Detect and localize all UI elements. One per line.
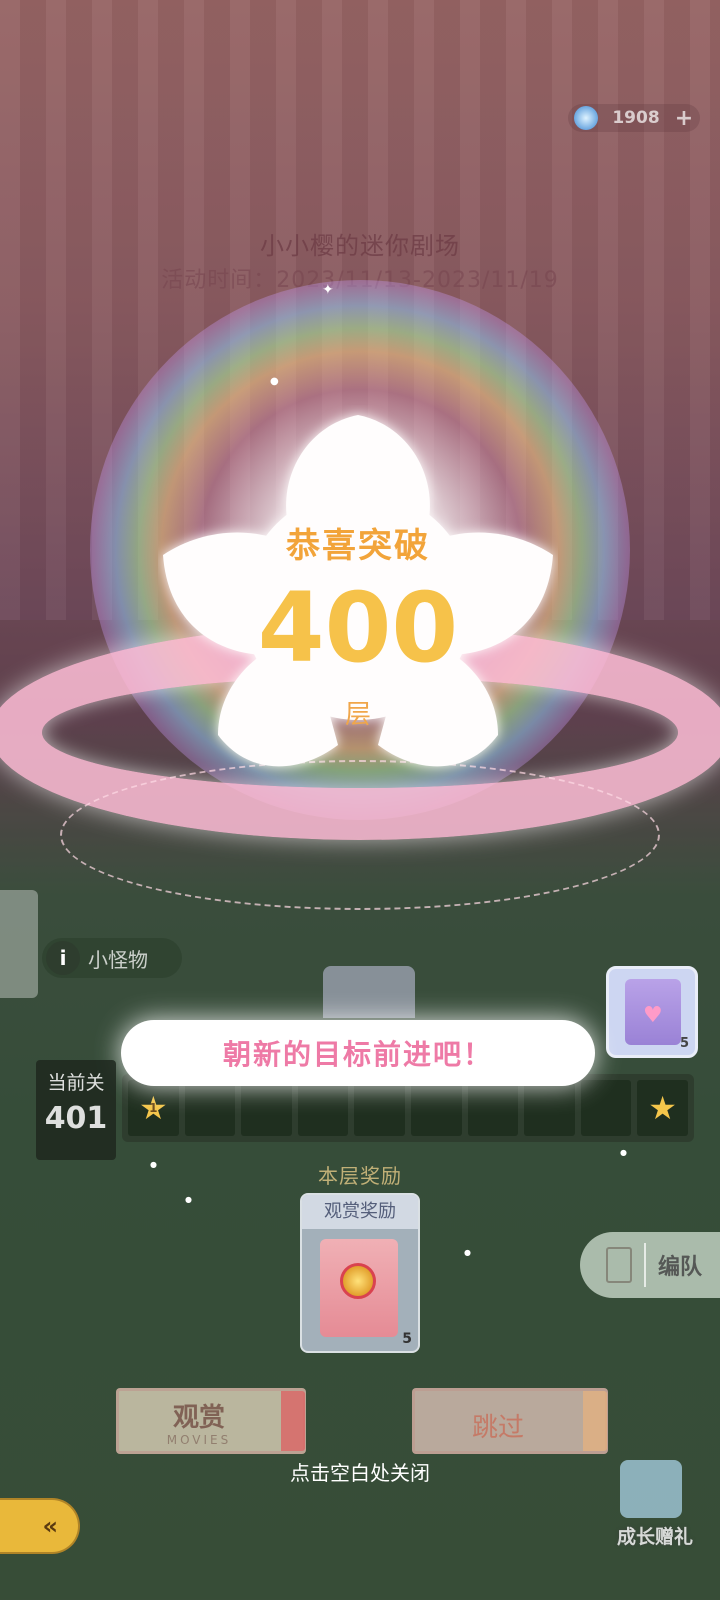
progress-cell bbox=[241, 1080, 292, 1136]
back-button[interactable]: « bbox=[0, 1498, 80, 1554]
ticket-stub bbox=[583, 1391, 607, 1451]
skip-button[interactable]: 跳过 bbox=[412, 1388, 608, 1454]
gift-icon bbox=[620, 1460, 682, 1518]
card-icon bbox=[606, 1247, 632, 1283]
progress-cell: ★ 1 bbox=[128, 1080, 179, 1136]
floor-number: 400 bbox=[257, 572, 459, 684]
star-number: 1 bbox=[149, 1101, 158, 1115]
sparkle-icon: ● bbox=[464, 1248, 471, 1257]
current-level-box: 当前关 401 bbox=[36, 1060, 116, 1160]
progress-cell: ★ bbox=[637, 1080, 688, 1136]
progress-cell bbox=[354, 1080, 405, 1136]
progress-cell bbox=[524, 1080, 575, 1136]
formation-label: 编队 bbox=[658, 1255, 703, 1280]
current-level-label: 当前关 bbox=[47, 1072, 105, 1094]
side-tab bbox=[0, 890, 38, 998]
watch-sub-label: MOVIES bbox=[166, 1433, 232, 1447]
sparkle-icon: ● bbox=[620, 1148, 627, 1157]
watch-reward-card[interactable]: 观赏奖励 5 bbox=[300, 1193, 420, 1353]
layer-reward-title: 本层奖励 bbox=[318, 1164, 402, 1188]
currency-counter: 1908 + bbox=[568, 104, 700, 132]
formation-button[interactable]: 编队 bbox=[580, 1232, 720, 1298]
sparkle-icon: ✦ bbox=[322, 282, 334, 298]
heart-icon: ♥ bbox=[643, 1003, 663, 1028]
goal-banner: 朝新的目标前进吧！ bbox=[121, 1020, 595, 1086]
floor-unit: 层 bbox=[344, 700, 371, 730]
ticket-stub bbox=[281, 1391, 305, 1451]
crystal-gem-icon bbox=[574, 106, 598, 130]
growth-gift-label: 成长赠礼 bbox=[616, 1526, 693, 1548]
progress-cell bbox=[580, 1080, 632, 1136]
progress-cell bbox=[297, 1080, 349, 1136]
event-title: 小小樱的迷你剧场 bbox=[260, 232, 460, 260]
progress-cell bbox=[184, 1080, 236, 1136]
watch-label: 观赏 bbox=[172, 1403, 225, 1433]
progress-reward-card-mid bbox=[323, 966, 415, 1018]
next-reward-count: 5 bbox=[679, 1036, 689, 1051]
sparkle-icon: ● bbox=[185, 1195, 192, 1204]
seal-icon bbox=[340, 1263, 376, 1299]
congrats-title: 恭喜突破 bbox=[286, 526, 430, 566]
watch-reward-count: 5 bbox=[402, 1331, 412, 1347]
currency-value: 1908 bbox=[612, 108, 660, 128]
back-arrow-icon: « bbox=[42, 1512, 58, 1540]
divider bbox=[644, 1243, 646, 1287]
sparkle-icon: ● bbox=[270, 376, 279, 387]
growth-gift-button[interactable]: 成长赠礼 bbox=[600, 1456, 710, 1556]
skip-label: 跳过 bbox=[471, 1413, 524, 1443]
watch-movies-button[interactable]: 观赏 MOVIES bbox=[116, 1388, 306, 1454]
progress-cell bbox=[467, 1080, 519, 1136]
watch-reward-title: 观赏奖励 bbox=[302, 1195, 418, 1229]
monster-info-pill[interactable]: i 小怪物 bbox=[42, 938, 182, 978]
current-level-value: 401 bbox=[44, 1101, 108, 1136]
plus-icon[interactable]: + bbox=[674, 106, 694, 131]
info-icon: i bbox=[46, 941, 80, 975]
sparkle-icon: ● bbox=[150, 1160, 157, 1169]
star-icon: ★ bbox=[648, 1089, 677, 1127]
monster-label: 小怪物 bbox=[88, 947, 148, 972]
next-reward-card[interactable]: ♥ 5 bbox=[606, 966, 698, 1058]
progress-cell bbox=[410, 1080, 462, 1136]
